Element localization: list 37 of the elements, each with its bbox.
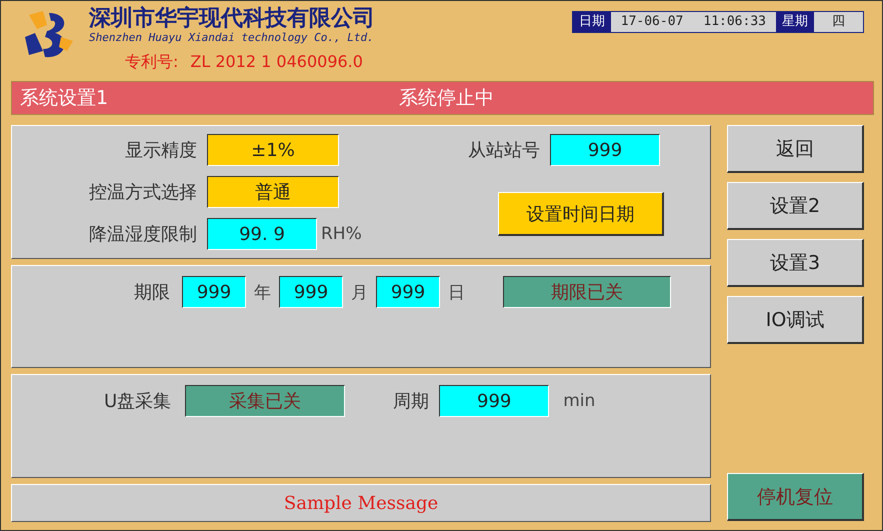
page-title: 系统设置1 bbox=[20, 86, 108, 111]
value-field[interactable]: 999 bbox=[376, 276, 440, 308]
value-field[interactable]: 999 bbox=[182, 276, 246, 308]
value-field[interactable]: 99. 9 bbox=[207, 218, 317, 250]
unit-label: 日 bbox=[448, 282, 465, 304]
nav-button[interactable]: 设置3 bbox=[727, 239, 864, 287]
date-value: 17-06-07 bbox=[610, 12, 694, 32]
weekday-label: 星期 bbox=[776, 12, 814, 32]
date-label: 日期 bbox=[572, 12, 611, 32]
set-time-date-button[interactable]: 设置时间日期 bbox=[498, 192, 664, 236]
setting-label: 期限 bbox=[134, 281, 170, 304]
unit-label: 月 bbox=[351, 282, 368, 304]
value-field[interactable]: ±1% bbox=[207, 134, 339, 166]
value-field[interactable]: 999 bbox=[439, 385, 550, 417]
unit-label: min bbox=[563, 391, 596, 411]
nav-button[interactable]: 返回 bbox=[727, 125, 864, 173]
unit-label: 年 bbox=[254, 282, 271, 304]
nav-button[interactable]: 设置2 bbox=[727, 182, 864, 230]
setting-label: 周期 bbox=[393, 390, 430, 413]
setting-label: 从站站号 bbox=[468, 139, 540, 162]
system-status: 系统停止中 bbox=[399, 86, 494, 111]
setting-label: 控温方式选择 bbox=[88, 181, 197, 204]
message-text: Sample Message bbox=[284, 492, 438, 514]
setting-label: U盘采集 bbox=[104, 390, 172, 413]
value-field[interactable]: 普通 bbox=[207, 176, 339, 208]
unit-label: RH% bbox=[321, 224, 362, 244]
patent-label: 专利号: bbox=[125, 52, 178, 73]
weekday-value: 四 bbox=[814, 12, 863, 32]
value-field[interactable]: 999 bbox=[550, 134, 660, 166]
setting-label: 降温湿度限制 bbox=[88, 223, 197, 246]
patent-number: ZL 2012 1 0460096.0 bbox=[190, 52, 363, 73]
setting-label: 显示精度 bbox=[124, 139, 197, 162]
nav-button[interactable]: IO调试 bbox=[727, 296, 864, 344]
company-name: 深圳市华宇现代科技有限公司 bbox=[89, 7, 375, 31]
value-field[interactable]: 999 bbox=[279, 276, 343, 308]
time-value: 11:06:33 bbox=[693, 12, 776, 32]
company-name-english: Shenzhen Huayu Xiandai technology Co., Ltd. bbox=[89, 31, 375, 44]
